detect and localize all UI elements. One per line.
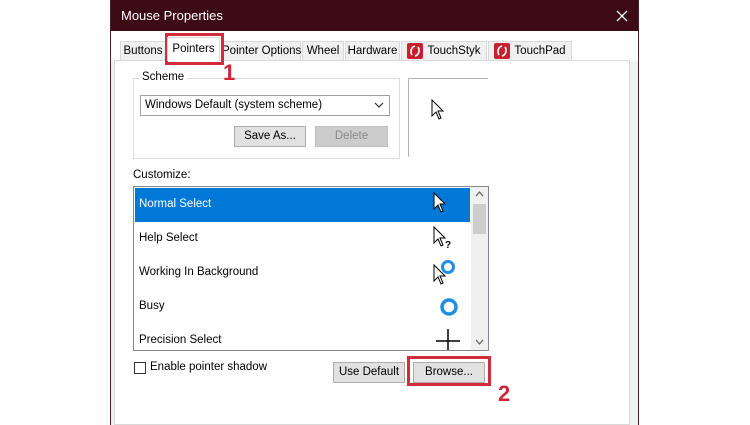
list-item[interactable]: Busy — [135, 290, 470, 324]
window-title: Mouse Properties — [121, 8, 223, 23]
scroll-up-icon[interactable] — [475, 191, 484, 197]
annotation-step-2: 2 — [498, 381, 511, 406]
scroll-thumb[interactable] — [473, 204, 486, 234]
list-item[interactable]: Help Select ? — [135, 222, 470, 256]
busy-ring-icon — [440, 298, 458, 316]
tab-touchstyk[interactable]: TouchStyk — [401, 41, 487, 60]
list-item[interactable]: Precision Select — [135, 324, 470, 350]
list-item[interactable]: Normal Select — [135, 188, 470, 222]
pointer-shadow-checkbox[interactable] — [134, 362, 146, 374]
pointer-preview — [408, 78, 488, 157]
tab-buttons[interactable]: Buttons — [120, 41, 166, 60]
synaptics-logo-icon — [407, 42, 424, 59]
scroll-down-icon[interactable] — [475, 339, 484, 345]
annotation-step-1: 1 — [223, 60, 236, 85]
scheme-group-label: Scheme — [139, 71, 188, 83]
use-default-button[interactable]: Use Default — [333, 362, 405, 383]
scheme-selected-value: Windows Default (system scheme) — [145, 99, 323, 111]
pointer-list[interactable]: Normal Select Help Select ? Working In B… — [133, 186, 489, 351]
delete-button[interactable]: Delete — [315, 126, 388, 147]
working-pointer-icon — [433, 260, 455, 285]
arrow-pointer-icon — [433, 191, 447, 213]
svg-text:?: ? — [445, 240, 451, 251]
tab-touchpad[interactable]: TouchPad — [488, 41, 572, 60]
crosshair-icon — [436, 329, 460, 350]
pointer-shadow-label: Enable pointer shadow — [150, 361, 267, 373]
tab-pointer-options[interactable]: Pointer Options — [221, 41, 301, 60]
arrow-pointer-icon — [431, 99, 445, 120]
scheme-dropdown[interactable]: Windows Default (system scheme) — [140, 95, 390, 116]
list-scrollbar[interactable] — [471, 187, 488, 350]
list-item[interactable]: Working In Background — [135, 256, 470, 290]
close-icon — [616, 10, 628, 21]
customize-label: Customize: — [133, 169, 191, 181]
annotation-box-browse — [407, 356, 491, 386]
title-bar[interactable]: Mouse Properties — [111, 0, 638, 31]
synaptics-logo-icon — [494, 42, 511, 59]
save-as-button[interactable]: Save As... — [234, 126, 306, 147]
tab-hardware[interactable]: Hardware — [345, 41, 400, 60]
chevron-down-icon — [374, 102, 384, 108]
tab-wheel[interactable]: Wheel — [302, 41, 344, 60]
tab-pointers[interactable]: Pointers — [167, 37, 220, 61]
help-pointer-icon: ? — [433, 225, 451, 251]
close-button[interactable] — [606, 0, 638, 31]
